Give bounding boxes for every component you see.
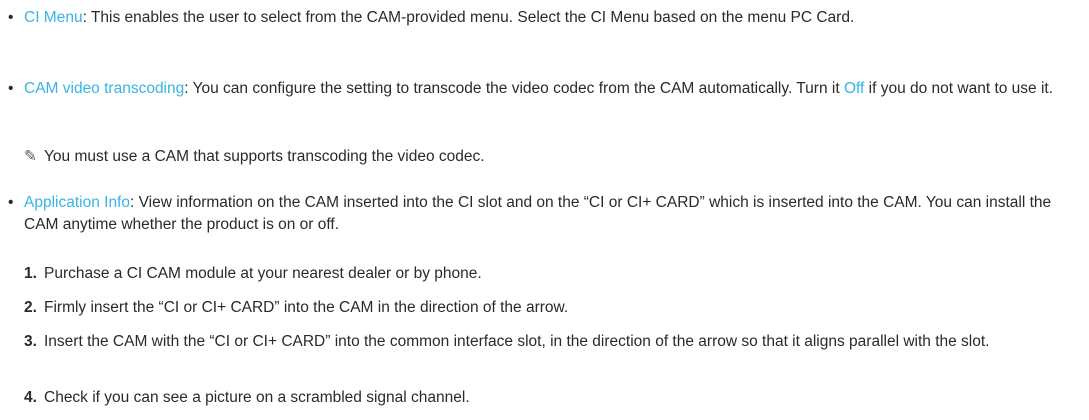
bullet-cam-video-transcoding: • CAM video transcoding: You can configu…	[8, 78, 1078, 100]
step-1: 1. Purchase a CI CAM module at your near…	[24, 263, 1082, 285]
bullet-text: CI Menu: This enables the user to select…	[24, 7, 1078, 29]
step-4: 4. Check if you can see a picture on a s…	[24, 387, 1082, 409]
note: ✎ You must use a CAM that supports transc…	[24, 146, 1074, 168]
bullet-application-info: • Application Info: View information on …	[8, 192, 1078, 236]
term-cam-video-transcoding: CAM video transcoding	[24, 80, 185, 97]
term-ci-menu: CI Menu	[24, 9, 83, 26]
description-cam-video-transcoding: : You can configure the setting to trans…	[184, 80, 844, 97]
description-application-info: : View information on the CAM inserted i…	[24, 194, 1052, 233]
bullet-ci-menu: • CI Menu: This enables the user to sele…	[8, 7, 1078, 29]
option-off: Off	[843, 80, 865, 97]
step-number: 4.	[24, 389, 37, 406]
bullet-marker: •	[8, 194, 14, 211]
step-text: Purchase a CI CAM module at your nearest…	[44, 265, 482, 282]
step-number: 2.	[24, 299, 37, 316]
pencil-note-icon: ✎	[24, 148, 37, 165]
step-3: 3. Insert the CAM with the “CI or CI+ CA…	[24, 331, 1082, 353]
term-application-info: Application Info	[24, 194, 130, 211]
step-number: 3.	[24, 333, 37, 350]
step-text: Check if you can see a picture on a scra…	[44, 389, 470, 406]
bullet-text: CAM video transcoding: You can configure…	[24, 78, 1078, 100]
manual-page: • CI Menu: This enables the user to sele…	[0, 0, 1089, 420]
description-ci-menu: : This enables the user to select from t…	[82, 9, 855, 26]
bullet-marker: •	[8, 9, 14, 26]
step-text: Firmly insert the “CI or CI+ CARD” into …	[44, 299, 569, 316]
description-cam-video-transcoding-end: if you do not want to use it.	[864, 80, 1054, 97]
bullet-text: Application Info: View information on th…	[24, 192, 1078, 236]
note-text: You must use a CAM that supports transco…	[44, 148, 485, 165]
step-2: 2. Firmly insert the “CI or CI+ CARD” in…	[24, 297, 1082, 319]
step-text: Insert the CAM with the “CI or CI+ CARD”…	[44, 333, 990, 350]
bullet-marker: •	[8, 80, 14, 97]
step-number: 1.	[24, 265, 37, 282]
